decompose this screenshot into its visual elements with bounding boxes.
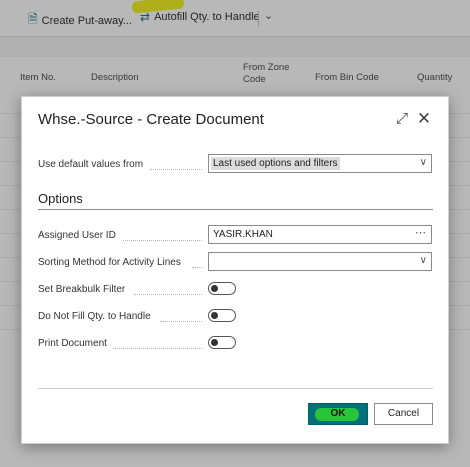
- assigned-user-id-value: YASIR.KHAN: [213, 229, 273, 240]
- chevron-down-icon: ∨: [419, 255, 427, 266]
- sorting-method-label: Sorting Method for Activity Lines: [38, 257, 181, 268]
- assigned-user-id-label: Assigned User ID: [38, 230, 116, 241]
- ok-button[interactable]: OK: [308, 403, 368, 425]
- toggle-knob: [211, 285, 218, 292]
- do-not-fill-qty-label: Do Not Fill Qty. to Handle: [38, 311, 151, 322]
- label-leader: [150, 168, 202, 170]
- label-leader: [123, 239, 202, 241]
- ellipsis-icon[interactable]: ⋯: [415, 226, 427, 239]
- cancel-button[interactable]: Cancel: [374, 403, 433, 425]
- label-leader: [160, 320, 202, 322]
- assigned-user-id-field[interactable]: YASIR.KHAN ⋯: [208, 225, 432, 244]
- ok-button-label: OK: [330, 408, 346, 419]
- close-icon[interactable]: ✕: [415, 110, 433, 128]
- label-leader: [192, 266, 202, 268]
- create-document-dialog: Whse.-Source - Create Document ⤢ ✕ Use d…: [21, 96, 449, 444]
- sorting-method-select[interactable]: ∨: [208, 252, 432, 271]
- dialog-title: Whse.-Source - Create Document: [38, 111, 264, 128]
- toggle-knob: [211, 339, 218, 346]
- print-document-label: Print Document: [38, 338, 107, 349]
- print-document-toggle[interactable]: [208, 336, 236, 349]
- label-leader: [134, 293, 202, 295]
- set-breakbulk-filter-label: Set Breakbulk Filter: [38, 284, 126, 295]
- use-default-values-label: Use default values from: [38, 159, 144, 170]
- set-breakbulk-filter-toggle[interactable]: [208, 282, 236, 295]
- options-section-title[interactable]: Options: [38, 191, 83, 206]
- toggle-knob: [211, 312, 218, 319]
- section-divider: [38, 209, 433, 210]
- use-default-values-value: Last used options and filters: [211, 157, 340, 170]
- sorting-method-value: [211, 255, 215, 257]
- do-not-fill-qty-toggle[interactable]: [208, 309, 236, 322]
- expand-icon[interactable]: ⤢: [393, 110, 411, 128]
- label-leader: [113, 347, 202, 349]
- chevron-down-icon: ∨: [419, 157, 427, 168]
- cancel-button-label: Cancel: [387, 408, 420, 419]
- footer-divider: [38, 388, 433, 389]
- use-default-values-select[interactable]: Last used options and filters ∨: [208, 154, 432, 173]
